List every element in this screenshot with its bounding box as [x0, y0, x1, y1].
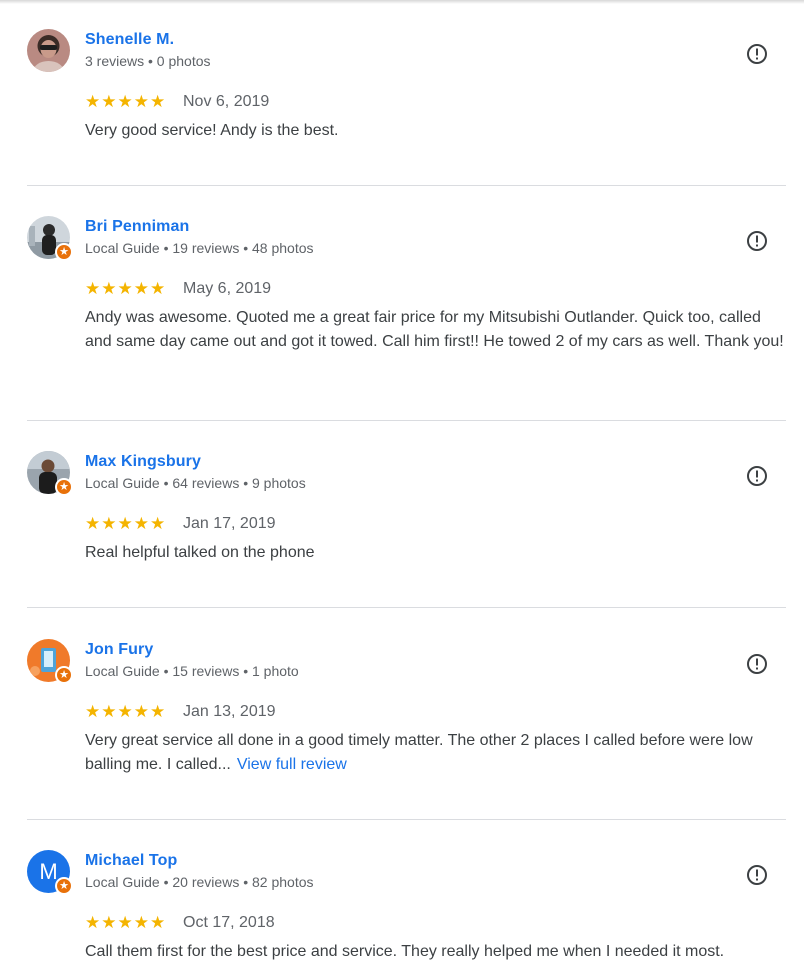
- star-rating: ★★★★★: [85, 92, 167, 111]
- rating-row: ★★★★★ Nov 6, 2019: [85, 92, 269, 112]
- report-flag-icon[interactable]: [745, 863, 769, 887]
- rating-row: ★★★★★ Oct 17, 2018: [85, 913, 275, 933]
- reviewer-meta: Local Guide • 20 reviews • 82 photos: [85, 874, 314, 890]
- reviewer-meta: 3 reviews • 0 photos: [85, 53, 211, 69]
- local-guide-star-icon: ★: [55, 877, 73, 895]
- reviewer-name[interactable]: Jon Fury: [85, 641, 153, 659]
- review-date: Jan 13, 2019: [183, 703, 276, 720]
- review-body: Very good service! Andy is the best.: [85, 122, 339, 139]
- view-full-review-link[interactable]: View full review: [237, 756, 347, 773]
- report-flag-icon[interactable]: [745, 229, 769, 253]
- local-guide-star-icon: ★: [55, 243, 73, 261]
- reviewer-meta: Local Guide • 15 reviews • 1 photo: [85, 663, 299, 679]
- top-shadow: [0, 0, 804, 4]
- reviewer-name[interactable]: Bri Penniman: [85, 218, 189, 236]
- review-text: Andy was awesome. Quoted me a great fair…: [85, 306, 785, 354]
- star-rating: ★★★★★: [85, 913, 167, 932]
- divider: [27, 420, 786, 421]
- review-text: Very great service all done in a good ti…: [85, 729, 785, 777]
- avatar[interactable]: ★: [27, 216, 73, 261]
- report-flag-icon[interactable]: [745, 464, 769, 488]
- avatar[interactable]: [27, 29, 70, 72]
- review-date: Oct 17, 2018: [183, 914, 275, 931]
- divider: [27, 185, 786, 186]
- report-flag-icon[interactable]: [745, 42, 769, 66]
- review-body: Real helpful talked on the phone: [85, 544, 315, 561]
- reviewer-meta: Local Guide • 19 reviews • 48 photos: [85, 240, 314, 256]
- review-date: May 6, 2019: [183, 280, 272, 297]
- review-date: Nov 6, 2019: [183, 93, 270, 110]
- avatar[interactable]: ★: [27, 451, 73, 496]
- reviewer-name[interactable]: Michael Top: [85, 852, 177, 870]
- avatar[interactable]: ★: [27, 639, 73, 684]
- report-flag-icon[interactable]: [745, 652, 769, 676]
- review-text: Call them first for the best price and s…: [85, 940, 804, 964]
- star-rating: ★★★★★: [85, 279, 167, 298]
- review-body: Call them first for the best price and s…: [85, 943, 725, 960]
- reviewer-name[interactable]: Max Kingsbury: [85, 453, 201, 471]
- rating-row: ★★★★★ May 6, 2019: [85, 279, 271, 299]
- avatar[interactable]: M ★: [27, 850, 73, 895]
- star-rating: ★★★★★: [85, 514, 167, 533]
- review-body: Andy was awesome. Quoted me a great fair…: [85, 309, 784, 350]
- rating-row: ★★★★★ Jan 13, 2019: [85, 702, 276, 722]
- divider: [27, 819, 786, 820]
- review-date: Jan 17, 2019: [183, 515, 276, 532]
- review-body: Very great service all done in a good ti…: [85, 732, 753, 773]
- review-text: Very good service! Andy is the best.: [85, 119, 785, 143]
- local-guide-star-icon: ★: [55, 478, 73, 496]
- rating-row: ★★★★★ Jan 17, 2019: [85, 514, 276, 534]
- reviewer-name[interactable]: Shenelle M.: [85, 31, 174, 49]
- local-guide-star-icon: ★: [55, 666, 73, 684]
- star-rating: ★★★★★: [85, 702, 167, 721]
- reviewer-meta: Local Guide • 64 reviews • 9 photos: [85, 475, 306, 491]
- divider: [27, 607, 786, 608]
- review-text: Real helpful talked on the phone: [85, 541, 785, 565]
